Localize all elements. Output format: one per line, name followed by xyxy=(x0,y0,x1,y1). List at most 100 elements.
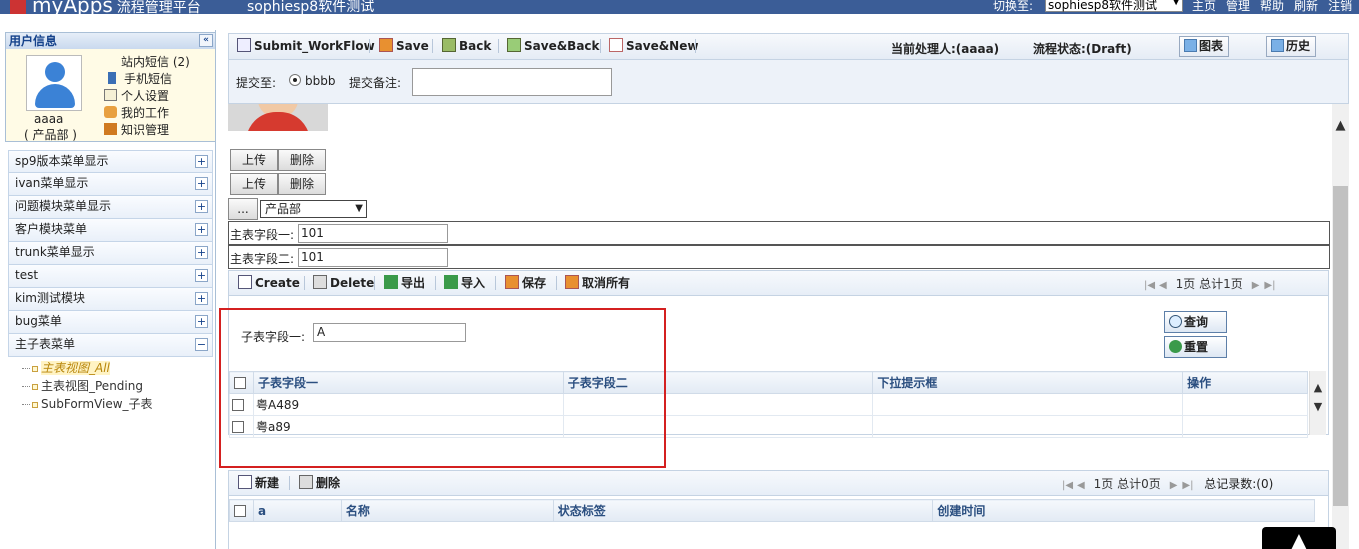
table-cell[interactable] xyxy=(1182,415,1308,438)
expand-icon[interactable]: + xyxy=(195,223,208,236)
last-page-icon[interactable]: ▶| xyxy=(1182,480,1193,491)
subform2-pager: |◀ ◀ 1页 总计0页 ▶ ▶| 总记录数:(0) xyxy=(1062,475,1273,492)
expand-icon[interactable]: + xyxy=(195,315,208,328)
submit-workflow-button[interactable]: Submit_WorkFlow xyxy=(237,37,375,55)
prev-page-icon[interactable]: ◀ xyxy=(1076,480,1086,491)
menu-item-kim[interactable]: kim测试模块 + xyxy=(8,288,213,311)
upload-button-2[interactable]: 上传 xyxy=(230,173,278,195)
mobile-icon xyxy=(108,72,116,84)
query-button[interactable]: 查询 xyxy=(1164,311,1227,333)
module-menu-list: sp9版本菜单显示 + ivan菜单显示 + 问题模块菜单显示 + 客户模块菜单 + t… xyxy=(8,150,213,413)
create-button[interactable]: Create xyxy=(238,274,300,292)
save-new-button[interactable]: Save&New xyxy=(609,37,698,55)
help-link[interactable]: 帮助 xyxy=(1260,0,1284,13)
cancel-all-button[interactable]: 取消所有 xyxy=(565,274,630,292)
save-button[interactable]: Save xyxy=(379,37,429,55)
expand-icon[interactable]: + xyxy=(195,177,208,190)
cancel-icon xyxy=(565,275,579,289)
logo-icon xyxy=(10,0,26,14)
reset-button[interactable]: 重置 xyxy=(1164,336,1227,358)
user-menu-item-mail[interactable]: 站内短信 (2) xyxy=(104,54,190,71)
dept-select[interactable]: 产品部 ▼ xyxy=(260,200,367,218)
column-header[interactable]: 创建时间 xyxy=(932,499,1315,522)
menu-item-issue[interactable]: 问题模块菜单显示 + xyxy=(8,196,213,219)
double-chevron-left-icon[interactable]: « xyxy=(199,34,213,47)
back-to-top-button[interactable]: ▲ xyxy=(1262,527,1336,549)
export-button[interactable]: 导出 xyxy=(384,274,425,292)
expand-icon[interactable]: + xyxy=(195,246,208,259)
user-menu-item-sms[interactable]: 手机短信 xyxy=(104,71,190,88)
back-button[interactable]: Back xyxy=(442,37,491,55)
table-cell[interactable] xyxy=(872,393,1184,416)
table-cell[interactable] xyxy=(1182,393,1308,416)
user-info-header: 用户信息 « xyxy=(6,33,215,49)
delete-button-2[interactable]: 删除 xyxy=(278,173,326,195)
delete-button[interactable]: Delete xyxy=(313,274,374,292)
user-menu-item-work[interactable]: 我的工作 xyxy=(104,105,190,122)
subform-table-scrollbar[interactable]: ▲ ▼ xyxy=(1309,371,1326,435)
delete-button-1[interactable]: 删除 xyxy=(278,149,326,171)
trash-icon xyxy=(299,475,313,489)
user-menu-item-settings[interactable]: 个人设置 xyxy=(104,88,190,105)
submenu-item-master-pending[interactable]: 主表视图_Pending xyxy=(22,377,213,395)
import-button[interactable]: 导入 xyxy=(444,274,485,292)
history-button[interactable]: 历史 xyxy=(1266,36,1316,57)
expand-icon[interactable]: + xyxy=(195,269,208,282)
scroll-down-icon[interactable]: ▼ xyxy=(1310,400,1326,413)
user-menu-item-knowledge[interactable]: 知识管理 xyxy=(104,122,190,139)
submenu-item-master-all[interactable]: 主表视图_All xyxy=(22,359,213,377)
menu-item-master-sub[interactable]: 主子表菜单 − xyxy=(8,334,213,357)
column-header[interactable]: 状态标签 xyxy=(552,499,934,522)
next-page-icon[interactable]: ▶ xyxy=(1251,280,1261,291)
upload-button-1[interactable]: 上传 xyxy=(230,149,278,171)
page-info: 1页 总计0页 xyxy=(1093,477,1161,491)
admin-link[interactable]: 管理 xyxy=(1226,0,1250,13)
sidebar: 用户信息 « aaaa ( 产品部 ) 站内短信 (2) 手机短信 个人设置 我… xyxy=(0,30,216,549)
chevron-down-icon: ▼ xyxy=(355,203,363,214)
master-field-1-label: 主表字段一: xyxy=(230,228,295,242)
next-page-icon[interactable]: ▶ xyxy=(1169,480,1179,491)
submit-to-radio[interactable] xyxy=(289,74,301,86)
master-field-2-input[interactable]: 101 xyxy=(298,248,448,267)
chart-button[interactable]: 图表 xyxy=(1179,36,1229,57)
menu-item-sp9[interactable]: sp9版本菜单显示 + xyxy=(8,150,213,173)
expand-icon[interactable]: + xyxy=(195,155,208,168)
expand-icon[interactable]: + xyxy=(195,292,208,305)
prev-page-icon[interactable]: ◀ xyxy=(1158,280,1168,291)
select-dept-button[interactable]: ... xyxy=(228,198,258,220)
scroll-thumb[interactable] xyxy=(1333,186,1348,506)
column-header[interactable]: 下拉提示框 xyxy=(872,371,1184,394)
menu-item-ivan[interactable]: ivan菜单显示 + xyxy=(8,173,213,196)
menu-item-test[interactable]: test + xyxy=(8,265,213,288)
menu-item-trunk[interactable]: trunk菜单显示 + xyxy=(8,242,213,265)
scroll-up-icon[interactable]: ▲ xyxy=(1310,381,1326,394)
new-button[interactable]: 新建 xyxy=(238,474,279,492)
collapse-icon[interactable]: − xyxy=(195,338,208,351)
master-field-1-input[interactable]: 101 xyxy=(298,224,448,243)
menu-item-bug[interactable]: bug菜单 + xyxy=(8,311,213,334)
main-scrollbar[interactable]: ▲ xyxy=(1332,104,1349,549)
home-link[interactable]: 主页 xyxy=(1192,0,1216,13)
delete2-button[interactable]: 删除 xyxy=(299,474,340,492)
subform-pager: |◀ ◀ 1页 总计1页 ▶ ▶| xyxy=(1144,275,1275,292)
scroll-up-icon[interactable]: ▲ xyxy=(1332,118,1349,133)
back-icon xyxy=(442,38,456,52)
column-header[interactable]: 操作 xyxy=(1182,371,1308,394)
expand-icon[interactable]: + xyxy=(195,200,208,213)
remark-input[interactable] xyxy=(412,68,612,96)
last-page-icon[interactable]: ▶| xyxy=(1264,280,1275,291)
save-subform-button[interactable]: 保存 xyxy=(505,274,546,292)
column-header[interactable]: a xyxy=(252,499,342,522)
logout-link[interactable]: 注销 xyxy=(1328,0,1352,13)
refresh-link[interactable]: 刷新 xyxy=(1294,0,1318,13)
table-cell[interactable] xyxy=(872,415,1184,438)
column-header[interactable]: 名称 xyxy=(340,499,554,522)
save-back-button[interactable]: Save&Back xyxy=(507,37,600,55)
system-switch-select[interactable]: sophiesp8软件测试 ▼ xyxy=(1045,0,1183,12)
select-all-checkbox[interactable] xyxy=(234,504,246,517)
avatar-body-shape xyxy=(35,84,75,108)
submenu-item-subform-view[interactable]: SubFormView_子表 xyxy=(22,395,213,413)
menu-item-customer[interactable]: 客户模块菜单 + xyxy=(8,219,213,242)
first-page-icon[interactable]: |◀ xyxy=(1144,280,1155,291)
first-page-icon[interactable]: |◀ xyxy=(1062,480,1073,491)
